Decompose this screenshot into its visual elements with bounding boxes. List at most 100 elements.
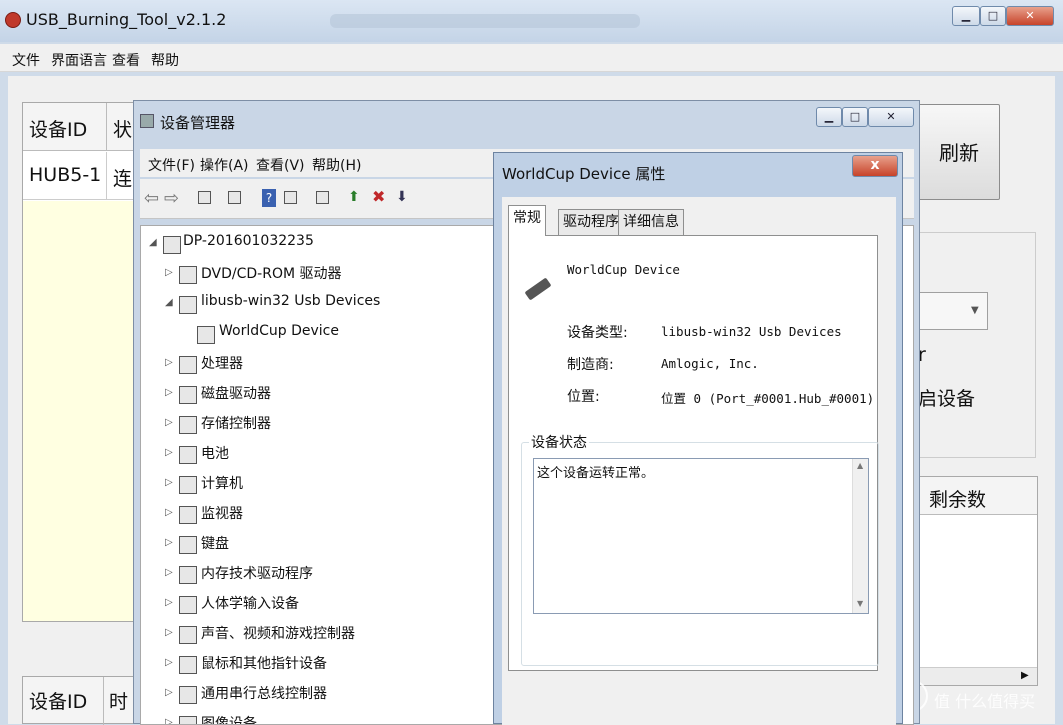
tree-item-label: 声音、视频和游戏控制器 [201, 626, 355, 642]
tree-item-computer[interactable]: ▷ 计算机 [141, 470, 501, 500]
status-textbox[interactable]: 这个设备运转正常。 ▲ ▼ [533, 458, 869, 614]
app-icon [5, 12, 21, 28]
expand-arrow-icon[interactable]: ▷ [165, 567, 173, 578]
scroll-down-icon[interactable]: ▼ [857, 599, 863, 608]
expand-arrow-icon[interactable]: ▷ [165, 357, 173, 368]
help-icon[interactable]: ? [262, 189, 276, 207]
hid-icon [179, 596, 197, 614]
tab-driver[interactable]: 驱动程序 [558, 209, 624, 236]
tree-item-label: 鼠标和其他指针设备 [201, 656, 327, 672]
expand-arrow-icon[interactable]: ▷ [165, 597, 173, 608]
expand-arrow-icon[interactable]: ▷ [165, 627, 173, 638]
collapse-arrow-icon[interactable]: ◢ [149, 237, 157, 248]
forward-arrow-icon[interactable]: ⇨ [164, 188, 179, 209]
dm-menu-action[interactable]: 操作(A) [200, 155, 249, 175]
expand-arrow-icon[interactable]: ▷ [165, 447, 173, 458]
expand-arrow-icon[interactable]: ▷ [165, 687, 173, 698]
tree-item-label: 内存技术驱动程序 [201, 566, 313, 582]
uninstall-icon[interactable]: ✖ [372, 187, 385, 206]
watermark-text: 值 什么值得买 [934, 692, 1036, 711]
dm-title: 设备管理器 [160, 114, 236, 132]
table-row[interactable]: HUB5-1 连 [23, 152, 133, 200]
expand-arrow-icon[interactable]: ▷ [165, 267, 173, 278]
expand-arrow-icon[interactable]: ▷ [165, 507, 173, 518]
grid-header-row: 设备ID 状 [23, 103, 133, 151]
update-driver-icon[interactable]: ⬆ [348, 189, 360, 205]
header-log-time: 时 [109, 691, 129, 713]
header-remaining: 剩余数 [929, 489, 987, 511]
console-tree-icon[interactable] [198, 191, 211, 204]
dm-menu-file[interactable]: 文件(F) [148, 155, 195, 175]
horizontal-scrollbar[interactable]: ▶ [905, 667, 1037, 685]
tree-item-hid[interactable]: ▷ 人体学输入设备 [141, 590, 501, 620]
computer-icon [179, 476, 197, 494]
mouse-icon [179, 656, 197, 674]
tree-item-label: DVD/CD-ROM 驱动器 [201, 266, 342, 282]
collapse-arrow-icon[interactable]: ◢ [165, 297, 173, 308]
usb-device-icon [524, 277, 552, 301]
tree-item-monitor[interactable]: ▷ 监视器 [141, 500, 501, 530]
expand-arrow-icon[interactable]: ▷ [165, 657, 173, 668]
main-title-bar: USB_Burning_Tool_v2.1.2 ▁ □ ✕ [0, 0, 1063, 42]
dm-minimize-button[interactable]: ▁ [816, 107, 842, 127]
tree-item-imaging[interactable]: ▷ 图像设备 [141, 710, 501, 724]
properties-close-button[interactable]: x [852, 155, 898, 177]
tree-item-audio[interactable]: ▷ 声音、视频和游戏控制器 [141, 620, 501, 650]
disable-icon[interactable]: ⬇ [396, 189, 408, 205]
tab-details[interactable]: 详细信息 [618, 209, 684, 236]
expand-arrow-icon[interactable]: ▷ [165, 537, 173, 548]
audio-icon [179, 626, 197, 644]
menu-help[interactable]: 帮助 [151, 50, 179, 70]
computer-icon [163, 236, 181, 254]
menu-file[interactable]: 文件 [12, 50, 40, 70]
tree-item-processor[interactable]: ▷ 处理器 [141, 350, 501, 380]
scroll-up-icon[interactable]: ▲ [857, 461, 863, 470]
header-status: 状 [113, 119, 133, 141]
log-grid: 设备ID 时 [22, 676, 134, 725]
menu-language[interactable]: 界面语言 [51, 50, 107, 70]
tree-root[interactable]: ◢ DP-201601032235 [141, 230, 501, 260]
properties-icon[interactable] [228, 191, 241, 204]
scan-hardware-icon[interactable] [316, 191, 329, 204]
dm-close-button[interactable]: ✕ [868, 107, 914, 127]
tree-item-label: 人体学输入设备 [201, 596, 299, 612]
stats-header-row: 剩余数 [905, 477, 1037, 515]
usb-controller-icon [179, 686, 197, 704]
tree-item-dvd[interactable]: ▷ DVD/CD-ROM 驱动器 [141, 260, 501, 290]
storage-controller-icon [179, 416, 197, 434]
maximize-button[interactable]: □ [980, 6, 1006, 26]
dm-menu-view[interactable]: 查看(V) [256, 155, 305, 175]
tree-item-disk[interactable]: ▷ 磁盘驱动器 [141, 380, 501, 410]
monitor-icon [179, 506, 197, 524]
cell-device-id: HUB5-1 [29, 164, 102, 186]
menu-view[interactable]: 查看 [112, 50, 140, 70]
dm-menu-help[interactable]: 帮助(H) [312, 155, 361, 175]
tab-general[interactable]: 常规 [508, 205, 546, 236]
show-pane-icon[interactable] [284, 191, 297, 204]
expand-arrow-icon[interactable]: ▷ [165, 477, 173, 488]
tree-item-battery[interactable]: ▷ 电池 [141, 440, 501, 470]
vertical-scrollbar[interactable]: ▲ ▼ [852, 459, 868, 613]
tree-item-storage[interactable]: ▷ 存储控制器 [141, 410, 501, 440]
expand-arrow-icon[interactable]: ▷ [165, 387, 173, 398]
refresh-button[interactable]: 刷新 [918, 104, 1000, 200]
tree-item-worldcup[interactable]: WorldCup Device [141, 320, 501, 350]
tree-item-mouse[interactable]: ▷ 鼠标和其他指针设备 [141, 650, 501, 680]
tree-item-libusb[interactable]: ◢ libusb-win32 Usb Devices [141, 290, 501, 320]
tree-item-label: 监视器 [201, 506, 243, 522]
tree-root-label: DP-201601032235 [183, 233, 314, 249]
close-button[interactable]: ✕ [1006, 6, 1054, 26]
field-manufacturer-label: 制造商: [567, 357, 614, 373]
dvd-drive-icon [179, 266, 197, 284]
window-title: USB_Burning_Tool_v2.1.2 [26, 10, 227, 29]
expand-arrow-icon[interactable]: ▷ [165, 417, 173, 428]
minimize-button[interactable]: ▁ [952, 6, 980, 26]
tree-item-usb[interactable]: ▷ 通用串行总线控制器 [141, 680, 501, 710]
field-location-label: 位置: [567, 389, 600, 405]
field-location-value: 位置 0 (Port_#0001.Hub_#0001) [661, 391, 875, 406]
tree-item-keyboard[interactable]: ▷ 键盘 [141, 530, 501, 560]
tree-item-memory[interactable]: ▷ 内存技术驱动程序 [141, 560, 501, 590]
usb-device-icon [197, 326, 215, 344]
dm-maximize-button[interactable]: □ [842, 107, 868, 127]
back-arrow-icon[interactable]: ⇦ [144, 188, 159, 209]
